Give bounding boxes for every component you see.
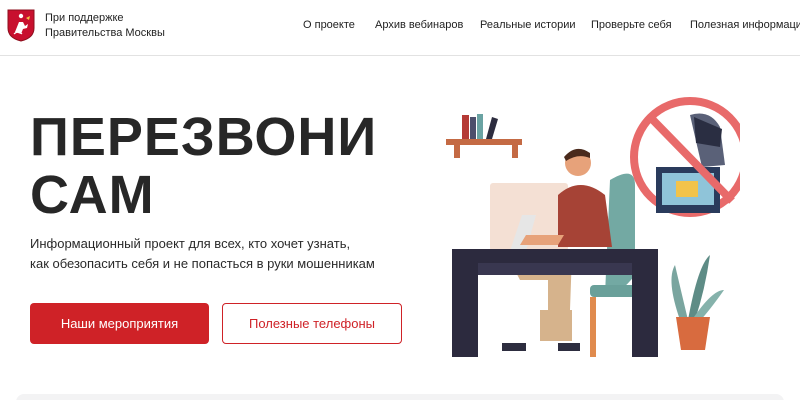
hero-subtitle: Информационный проект для всех, кто хоче… <box>30 234 375 274</box>
next-section-card <box>16 394 784 400</box>
our-events-button[interactable]: Наши мероприятия <box>30 303 209 344</box>
hero-title-line-1: ПЕРЕЗВОНИ <box>30 107 378 167</box>
nav-link-real-stories[interactable]: Реальные истории <box>480 19 575 31</box>
hero-title-line-2: САМ <box>30 165 155 225</box>
site-header: При поддержке Правительства Москвы О про… <box>0 0 800 56</box>
nav-link-webinar-archive[interactable]: Архив вебинаров <box>375 19 463 31</box>
hero-subtitle-line-2: как обезопасить себя и не попасться в ру… <box>30 256 375 271</box>
plant <box>671 255 724 350</box>
hero-subtitle-line-1: Информационный проект для всех, кто хоче… <box>30 236 351 251</box>
nav-link-useful-info[interactable]: Полезная информация <box>690 19 800 31</box>
nav-link-about[interactable]: О проекте <box>303 19 355 31</box>
crossed-out-hacker-icon <box>630 97 740 217</box>
useful-phones-button[interactable]: Полезные телефоны <box>222 303 402 344</box>
main-nav: О проекте Архив вебинаров Реальные истор… <box>0 19 800 33</box>
nav-link-test-yourself[interactable]: Проверьте себя <box>591 19 672 31</box>
hero-title: ПЕРЕЗВОНИ САМ <box>30 108 377 224</box>
bookshelf <box>446 114 522 158</box>
hero-illustration <box>446 97 740 357</box>
